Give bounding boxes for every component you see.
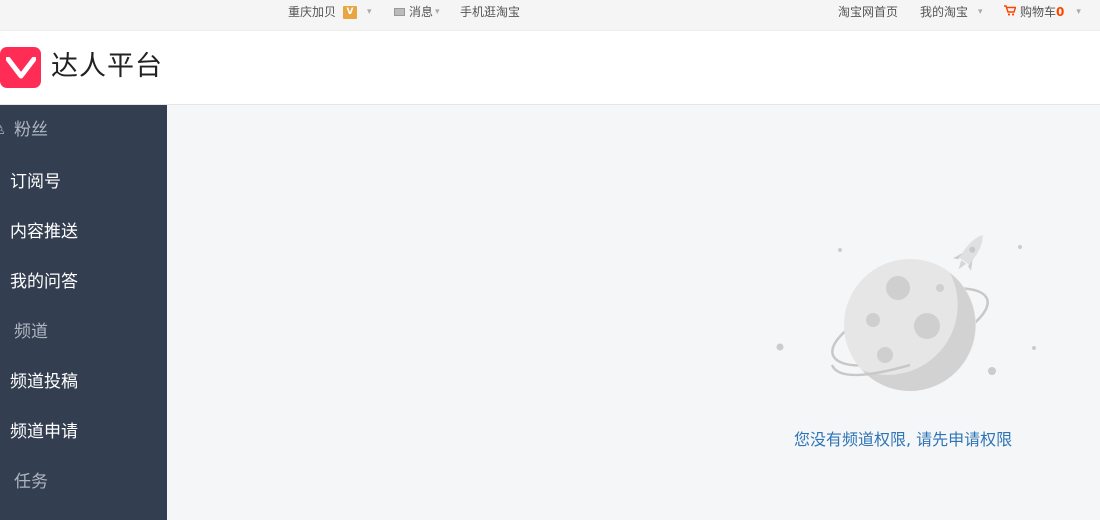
platform-header: 达人平台	[0, 31, 1100, 105]
task-icon: )	[0, 457, 5, 507]
platform-title: 达人平台	[51, 51, 163, 82]
sidebar-group-fans[interactable]: ♙ 粉丝	[0, 105, 167, 155]
sidebar-item-content-push[interactable]: 内容推送	[0, 207, 167, 257]
cart-label: 购物车	[1020, 5, 1057, 19]
my-taobao-menu[interactable]: 我的淘宝 ▾	[920, 0, 983, 24]
chevron-down-icon: ▾	[978, 7, 983, 17]
sidebar-item-label: 粉丝	[14, 120, 48, 140]
taobao-home-label: 淘宝网首页	[838, 5, 899, 19]
channel-icon: )	[0, 307, 5, 357]
platform-logo-icon[interactable]	[0, 47, 41, 88]
messages-menu[interactable]: 消息 ▾	[394, 0, 440, 24]
location-menu[interactable]: 重庆加贝 V ▾	[288, 0, 372, 24]
sidebar-group-channel[interactable]: ) 频道	[0, 307, 167, 357]
sidebar-item-label: 订阅号	[10, 172, 61, 192]
sidebar-item-label: 频道申请	[10, 422, 78, 442]
messages-label: 消息	[409, 5, 434, 19]
cart-icon	[1004, 0, 1017, 24]
apply-permission-link[interactable]: 您没有频道权限, 请先申请权限	[794, 428, 1012, 452]
moon-rocket-illustration	[770, 225, 1040, 405]
mail-icon	[394, 8, 405, 16]
location-label: 重庆加贝	[288, 5, 337, 19]
sidebar-item-label: 任务	[14, 472, 48, 492]
sidebar-item-label: 我的问答	[10, 272, 78, 292]
user-icon: ♙	[0, 123, 6, 137]
sidebar-item-channel-submit[interactable]: 频道投稿	[0, 357, 167, 407]
mobile-taobao-link[interactable]: 手机逛淘宝	[460, 0, 520, 24]
site-top-bar: 重庆加贝 V ▾ 消息 ▾ 手机逛淘宝 淘宝网首页 我的淘宝 ▾ 购物车 0 ▾	[0, 0, 1100, 31]
sidebar-item-my-qa[interactable]: 我的问答	[0, 257, 167, 307]
sidebar-group-tasks[interactable]: ) 任务	[0, 457, 167, 507]
cart-menu[interactable]: 购物车 0 ▾	[1004, 0, 1081, 24]
sidebar-item-label: 频道投稿	[10, 372, 78, 392]
taobao-home-link[interactable]: 淘宝网首页	[838, 0, 898, 24]
chevron-down-icon: ▾	[367, 7, 372, 17]
sidebar-item-channel-apply[interactable]: 频道申请	[0, 407, 167, 457]
vip-badge-icon: V	[343, 5, 358, 19]
chevron-down-icon: ▾	[435, 7, 440, 17]
mobile-taobao-label: 手机逛淘宝	[460, 5, 521, 19]
sidebar-item-label: 内容推送	[10, 222, 78, 242]
chevron-down-icon: ▾	[1076, 7, 1081, 17]
sidebar-item-subscription[interactable]: 订阅号	[0, 157, 167, 207]
cart-count: 0	[1056, 5, 1065, 19]
sidebar-item-label: 频道	[14, 322, 48, 342]
sidebar-nav: ♙ 粉丝 订阅号 内容推送 我的问答 ) 频道 频道投稿 频道申请 ) 任务	[0, 105, 167, 520]
my-taobao-label: 我的淘宝	[920, 5, 969, 19]
